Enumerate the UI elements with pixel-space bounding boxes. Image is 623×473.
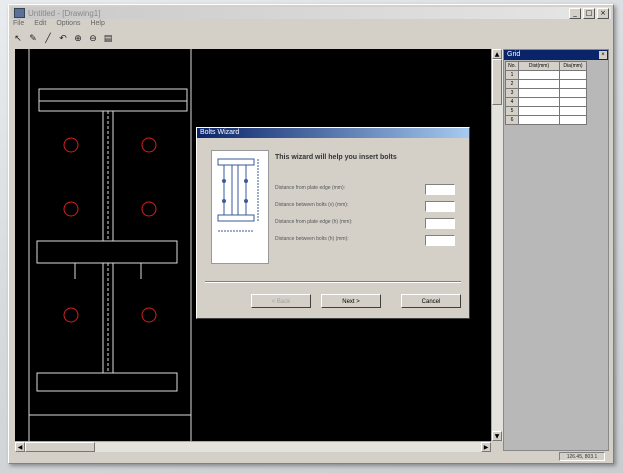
table-cell[interactable] [518, 79, 560, 89]
preview-bottom-flange [217, 214, 255, 222]
preview-bolt [244, 199, 248, 203]
pointer-icon[interactable]: ↖ [13, 34, 23, 44]
vertical-scrollbar[interactable]: ▲ ▼ [491, 49, 503, 441]
next-button[interactable]: Next > [321, 294, 381, 308]
column-header: No. [505, 61, 519, 71]
scroll-up-icon[interactable]: ▲ [492, 49, 502, 59]
table-cell[interactable] [559, 79, 587, 89]
toolbar: ↖ ✎ ╱ ↶ ⊕ ⊖ ▤ [13, 32, 113, 46]
grid-panel: Grid × No. Dist(mm) Dia(mm) 1 2 3 4 5 6 [503, 49, 609, 451]
field-label: Distance from plate edge (mm): [275, 185, 346, 191]
table-row: 4 [505, 97, 587, 107]
field-row: Distance between bolts (v) (mm): [275, 201, 455, 213]
line-icon[interactable]: ╱ [43, 34, 53, 44]
pencil-icon[interactable]: ✎ [28, 34, 38, 44]
row-header[interactable]: 2 [505, 79, 519, 89]
app-icon [14, 8, 25, 18]
preview-bolt [222, 179, 226, 183]
back-button[interactable]: < Back [251, 294, 311, 308]
dialog-separator [205, 281, 461, 283]
grid-table: No. Dist(mm) Dia(mm) 1 2 3 4 5 6 [505, 61, 587, 125]
field-label: Distance between bolts (h) (mm): [275, 236, 349, 242]
dialog-title[interactable]: Bolts Wizard [197, 128, 469, 138]
table-row: 6 [505, 115, 587, 125]
preview-svg [217, 158, 259, 232]
bolt-hole-2 [141, 137, 157, 153]
zoom-in-icon[interactable]: ⊕ [73, 34, 83, 44]
preview-bolt [222, 199, 226, 203]
menu-file[interactable]: File [13, 20, 24, 30]
zoom-out-icon[interactable]: ⊖ [88, 34, 98, 44]
dialog-heading: This wizard will help you insert bolts [275, 154, 397, 161]
menu-options[interactable]: Options [56, 20, 80, 30]
bolt-spacing-v-input[interactable] [425, 201, 455, 212]
menu-help[interactable]: Help [90, 20, 104, 30]
table-row: 1 [505, 70, 587, 80]
maximize-icon[interactable]: □ [583, 7, 595, 19]
cancel-button[interactable]: Cancel [401, 294, 461, 308]
row-header[interactable]: 1 [505, 70, 519, 80]
bolts-wizard-dialog: Bolts Wizard This wizard will help you i… [196, 127, 470, 319]
horizontal-scroll-thumb[interactable] [25, 442, 95, 452]
panel-close-icon[interactable]: × [599, 51, 607, 59]
grid-panel-title-text: Grid [507, 51, 521, 58]
row-header[interactable]: 3 [505, 88, 519, 98]
preview-bolt [244, 179, 248, 183]
bolt-hole-3 [63, 201, 79, 217]
table-cell[interactable] [559, 106, 587, 116]
row-header[interactable]: 5 [505, 106, 519, 116]
bolt-hole-5 [63, 307, 79, 323]
table-cell[interactable] [559, 88, 587, 98]
print-icon[interactable]: ▤ [103, 34, 113, 44]
table-cell[interactable] [559, 97, 587, 107]
table-cell[interactable] [559, 115, 587, 125]
status-bar: 126.45, 803.1 [15, 452, 609, 461]
field-row: Distance from plate edge (h) (mm): [275, 218, 455, 230]
field-label: Distance from plate edge (h) (mm): [275, 219, 353, 225]
menu-bar: File Edit Options Help [13, 20, 105, 30]
scroll-left-icon[interactable]: ◀ [15, 442, 25, 452]
row-header[interactable]: 4 [505, 97, 519, 107]
field-row: Distance from plate edge (mm): [275, 184, 455, 196]
bolt-hole-6 [141, 307, 157, 323]
table-cell[interactable] [518, 106, 560, 116]
vertical-scroll-thumb[interactable] [492, 59, 502, 105]
undo-icon[interactable]: ↶ [58, 34, 68, 44]
preview-web [231, 164, 239, 216]
table-cell[interactable] [518, 97, 560, 107]
column-header: Dist(mm) [518, 61, 560, 71]
column-header: Dia(mm) [559, 61, 587, 71]
field-row: Distance between bolts (h) (mm): [275, 235, 455, 247]
bottom-flange-plate [36, 372, 178, 392]
table-cell[interactable] [518, 115, 560, 125]
table-cell[interactable] [518, 88, 560, 98]
table-cell[interactable] [559, 70, 587, 80]
bolt-hole-4 [141, 201, 157, 217]
scroll-down-icon[interactable]: ▼ [492, 431, 502, 441]
middle-flange-plate [36, 240, 178, 264]
wizard-preview-image [211, 150, 269, 264]
close-icon[interactable]: × [597, 7, 609, 19]
row-header[interactable]: 6 [505, 115, 519, 125]
status-coords: 126.45, 803.1 [559, 452, 605, 461]
menu-edit[interactable]: Edit [34, 20, 46, 30]
window-title: Untitled - [Drawing1] [28, 8, 101, 18]
edge-distance-h-input[interactable] [425, 218, 455, 229]
grid-panel-title: Grid × [504, 50, 608, 60]
table-row: 5 [505, 106, 587, 116]
table-row: 2 [505, 79, 587, 89]
edge-distance-v-input[interactable] [425, 184, 455, 195]
minimize-icon[interactable]: _ [569, 7, 581, 19]
preview-top-flange [217, 158, 255, 166]
field-label: Distance between bolts (v) (mm): [275, 202, 349, 208]
scroll-right-icon[interactable]: ▶ [481, 442, 491, 452]
table-row: 3 [505, 88, 587, 98]
horizontal-scrollbar[interactable]: ◀ ▶ [15, 441, 491, 452]
bolt-spacing-h-input[interactable] [425, 235, 455, 246]
bolt-hole-1 [63, 137, 79, 153]
top-flange-plate [38, 88, 188, 112]
table-cell[interactable] [518, 70, 560, 80]
title-bar[interactable]: Untitled - [Drawing1] _ □ × [11, 7, 611, 19]
